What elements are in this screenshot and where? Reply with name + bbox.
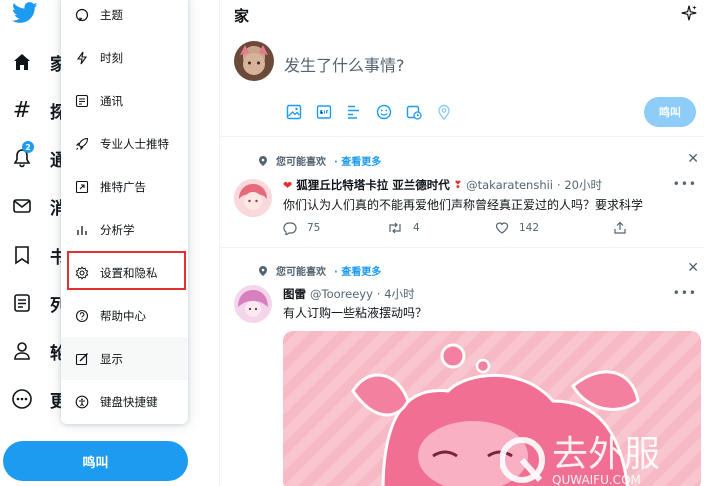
schedule-icon[interactable]	[404, 102, 424, 122]
home-icon	[11, 51, 33, 73]
menu-item-topics[interactable]: 主题	[61, 0, 188, 36]
suggestion-label: 您可能喜欢	[276, 267, 326, 278]
tweet-author-name[interactable]: 图雷	[283, 286, 306, 302]
menu-item-label: 帮助中心	[100, 308, 146, 323]
like-icon	[495, 222, 509, 234]
tweet-handle[interactable]: @takaratenshii	[466, 178, 553, 192]
tweet-actions: 75 4 142	[283, 221, 627, 235]
menu-item-label: 设置和隐私	[100, 265, 158, 280]
rocket-icon	[74, 136, 90, 152]
image-icon[interactable]	[284, 102, 304, 122]
topic-pin-icon	[259, 265, 267, 276]
location-icon[interactable]	[434, 102, 454, 122]
compose-avatar[interactable]	[234, 41, 274, 81]
tweet-text: 有人订购一些粘液摆动吗？	[283, 306, 428, 320]
avatar[interactable]	[234, 285, 272, 323]
tweet-header: 图雷 @Tooreeyy · 4小时	[283, 286, 415, 302]
see-more-link[interactable]: · 查看更多	[334, 153, 381, 168]
topic-pin-icon	[259, 155, 267, 166]
suggestion-label: 您可能喜欢	[276, 157, 326, 168]
tweet-text: 你们认为人们真的不能再爱他们声称曾经真正爱过的人吗？要求科学	[283, 198, 644, 212]
flag-emoji-icon: ❣	[453, 179, 463, 191]
heart-emoji-icon: ❤	[283, 178, 293, 192]
menu-item-keyboard-shortcuts[interactable]: 键盘快捷键	[61, 380, 188, 423]
compose-tweet-button[interactable]: 鸣叫	[644, 97, 696, 127]
menu-item-settings-privacy[interactable]: 设置和隐私	[61, 251, 188, 294]
like-button[interactable]: 142	[495, 221, 613, 235]
tweet-header: ❤ 狐狸丘比特塔卡拉 亚兰德时代 ❣ @takaratenshii · 20小时	[283, 177, 602, 193]
notification-badge: 2	[22, 141, 34, 153]
avatar[interactable]	[234, 179, 272, 217]
retweet-count: 4	[413, 222, 420, 234]
share-button[interactable]	[613, 221, 627, 235]
display-icon	[74, 351, 90, 367]
like-count: 142	[519, 222, 540, 234]
menu-item-moments[interactable]: 时刻	[61, 36, 188, 79]
poll-icon[interactable]	[344, 102, 364, 122]
compose-toolbar	[284, 102, 454, 122]
watermark-text: 去外服	[552, 434, 660, 475]
ads-icon	[74, 179, 90, 195]
tweet-author-name[interactable]: 狐狸丘比特塔卡拉 亚兰德时代	[296, 177, 450, 193]
close-icon[interactable]: ✕	[687, 151, 699, 167]
see-more-link[interactable]: · 查看更多	[334, 263, 381, 278]
gif-icon[interactable]	[314, 102, 334, 122]
watermark-subtext: QUWAIFU.COM	[552, 473, 641, 486]
close-icon[interactable]: ✕	[687, 260, 699, 276]
menu-item-label: 主题	[100, 7, 123, 22]
reply-count: 75	[307, 222, 321, 234]
menu-item-analytics[interactable]: 分析学	[61, 208, 188, 251]
twitter-logo-icon[interactable]	[12, 2, 38, 24]
menu-item-label: 显示	[100, 351, 123, 366]
tweet-handle[interactable]: @Tooreeyy	[310, 287, 373, 301]
sidebar-tweet-button[interactable]: 鸣叫	[3, 441, 188, 481]
tweet-time[interactable]: · 20小时	[557, 177, 602, 193]
menu-item-help-center[interactable]: 帮助中心	[61, 294, 188, 337]
list-icon	[11, 292, 33, 314]
more-options-icon[interactable]: •••	[673, 286, 697, 300]
help-icon	[74, 308, 90, 324]
menu-item-label: 分析学	[100, 222, 135, 237]
topic-icon	[74, 7, 90, 23]
retweet-button[interactable]: 4	[387, 221, 495, 235]
mail-icon	[11, 195, 33, 217]
emoji-icon[interactable]	[374, 102, 394, 122]
more-options-icon[interactable]: •••	[673, 177, 697, 191]
analytics-icon	[74, 222, 90, 238]
newsletter-icon	[74, 93, 90, 109]
suggestion-header: 您可能喜欢 · 查看更多	[258, 153, 381, 168]
share-icon	[614, 221, 626, 234]
reply-button[interactable]: 75	[283, 221, 387, 235]
more-menu: 主题 时刻 通讯 专业人士推特 推特广告 分析学 设置和隐私 帮助中心 显示 键…	[61, 0, 188, 424]
bookmark-icon	[11, 244, 33, 266]
lightning-icon	[74, 50, 90, 66]
sparkle-icon[interactable]	[680, 4, 698, 22]
compose-input[interactable]: 发生了什么事情?	[284, 52, 405, 76]
menu-item-display[interactable]: 显示	[61, 337, 188, 380]
menu-item-label: 推特广告	[100, 179, 146, 194]
main-timeline: 家 发生了什么事情? 鸣叫 您可能喜欢 · 查看更多 ✕ ❤ 狐狸丘比特塔卡拉 …	[219, 0, 704, 486]
reply-icon	[283, 222, 297, 235]
accessibility-icon	[74, 394, 90, 410]
hashtag-icon: #	[12, 97, 32, 123]
retweet-icon	[389, 222, 401, 234]
more-icon	[11, 388, 33, 410]
suggestion-header: 您可能喜欢 · 查看更多	[258, 263, 381, 278]
page-title: 家	[234, 7, 250, 25]
watermark-logo: 去外服 QUWAIFU.COM	[499, 418, 704, 486]
menu-item-label: 键盘快捷键	[100, 394, 158, 409]
tweet[interactable]: 您可能喜欢 · 查看更多 ✕ ❤ 狐狸丘比特塔卡拉 亚兰德时代 ❣ @takar…	[220, 137, 704, 247]
profile-icon	[11, 340, 33, 362]
menu-item-professional[interactable]: 专业人士推特	[61, 122, 188, 165]
menu-item-label: 专业人士推特	[100, 136, 169, 151]
menu-item-ads[interactable]: 推特广告	[61, 165, 188, 208]
menu-item-label: 时刻	[100, 50, 123, 65]
menu-item-newsletters[interactable]: 通讯	[61, 79, 188, 122]
menu-item-label: 通讯	[100, 93, 123, 108]
tweet-time[interactable]: · 4小时	[377, 286, 415, 302]
gear-icon	[74, 265, 90, 281]
